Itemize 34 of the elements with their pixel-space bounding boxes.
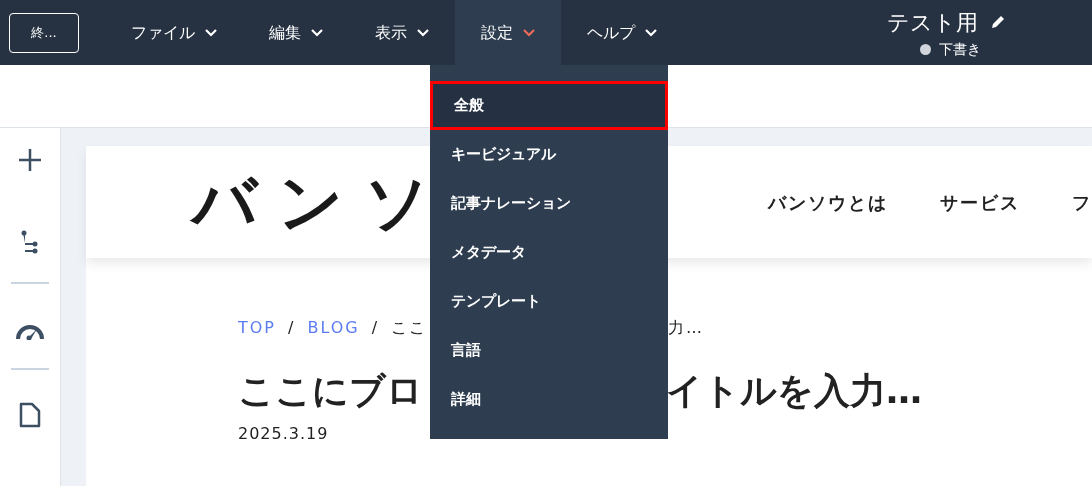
dropdown-item[interactable]: テンプレート xyxy=(430,277,668,326)
gauge-icon[interactable] xyxy=(15,322,45,340)
chevron-icon xyxy=(311,28,323,37)
dropdown-item[interactable]: 詳細 xyxy=(430,375,668,424)
dropdown-item[interactable]: 全般 xyxy=(430,81,668,130)
document-title: テスト用 xyxy=(887,8,978,37)
document-icon[interactable] xyxy=(19,402,41,428)
menu-tab[interactable]: 編集 xyxy=(243,0,349,65)
nav-link[interactable]: フ xyxy=(1072,188,1092,216)
breadcrumb-separator: / xyxy=(288,317,296,339)
breadcrumb-separator: / xyxy=(371,317,380,339)
post-title: イトルを入力… xyxy=(666,369,922,413)
menu-tab[interactable]: ヘルプ xyxy=(561,0,683,65)
dropdown-item[interactable]: 言語 xyxy=(430,326,668,375)
chevron-icon xyxy=(523,28,535,37)
breadcrumb-link[interactable]: BLOG xyxy=(307,316,360,340)
tree-icon[interactable] xyxy=(21,230,39,254)
nav-link[interactable]: サービス xyxy=(940,188,1020,216)
chevron-icon xyxy=(205,28,217,37)
post-title: ここにブロ xyxy=(238,369,424,413)
add-icon[interactable] xyxy=(18,148,42,172)
pencil-icon[interactable] xyxy=(990,14,1006,30)
chevron-icon xyxy=(645,28,657,37)
nav-link[interactable]: バンソウとは xyxy=(768,188,888,216)
status-text: 下書き xyxy=(939,39,981,59)
breadcrumb-current: ここ xyxy=(391,317,428,339)
menu-tab[interactable]: ファイル xyxy=(105,0,243,65)
chevron-icon xyxy=(417,28,429,37)
exit-button[interactable]: 終... xyxy=(9,12,79,53)
post-date: 2025.3.19 xyxy=(238,423,330,445)
menu-tab[interactable]: 設定 xyxy=(455,0,561,65)
menu-tab[interactable]: 表示 xyxy=(349,0,455,65)
breadcrumb-current: 力… xyxy=(668,317,704,339)
breadcrumb-link[interactable]: TOP xyxy=(238,316,276,340)
